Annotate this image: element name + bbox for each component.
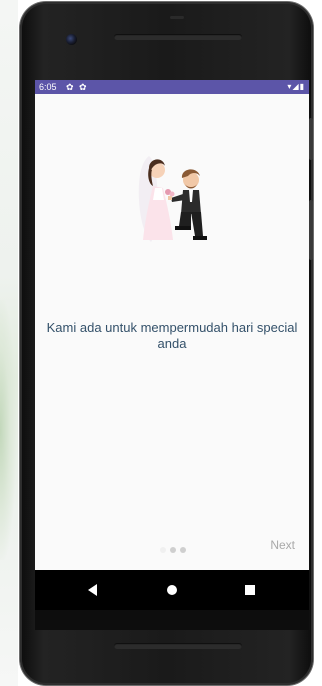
onboarding-message: Kami ada untuk mempermudah hari special … — [46, 320, 298, 351]
volume-button — [309, 118, 313, 160]
bottom-bezel-area — [35, 610, 309, 630]
phone-screen: 6:05 ✿ ✿ ▾◢▮ Kami ada untuk mempermudah — [35, 80, 309, 630]
page-dot — [170, 547, 176, 553]
bottom-speaker — [114, 643, 242, 649]
power-button — [309, 200, 313, 260]
home-circle-icon[interactable] — [167, 585, 177, 595]
navigation-bar — [35, 570, 309, 610]
recents-square-icon[interactable] — [245, 585, 255, 595]
gear-icon: ✿ — [79, 82, 87, 92]
status-icons: ▾◢▮ — [287, 82, 305, 91]
proximity-sensor — [170, 16, 184, 19]
status-bar: 6:05 ✿ ✿ ▾◢▮ — [35, 80, 309, 94]
earpiece-speaker — [114, 34, 242, 40]
background-blob — [0, 300, 16, 560]
gear-icon: ✿ — [66, 82, 74, 92]
page-dot — [180, 547, 186, 553]
page-dot-active — [160, 547, 166, 553]
wedding-couple-illustration — [138, 156, 207, 242]
page-indicator — [160, 547, 190, 555]
back-triangle-icon[interactable] — [88, 584, 97, 596]
status-time: 6:05 — [39, 82, 57, 92]
next-button[interactable]: Next — [270, 537, 295, 553]
front-camera-icon — [66, 34, 77, 45]
